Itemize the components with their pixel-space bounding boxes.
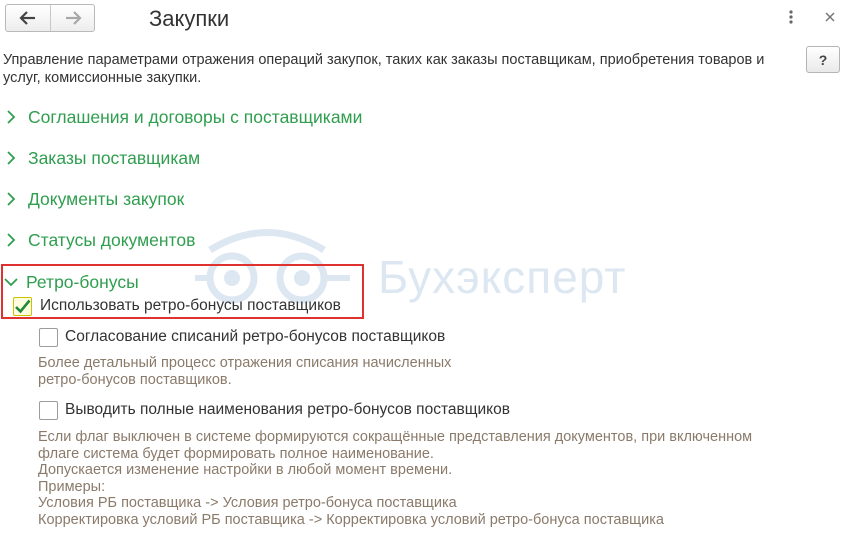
close-button[interactable] xyxy=(821,6,839,28)
more-menu-button[interactable] xyxy=(783,6,799,28)
navigation-buttons xyxy=(5,4,95,32)
chevron-down-icon xyxy=(4,272,22,292)
chevron-right-icon xyxy=(6,148,24,168)
full-names-option[interactable]: Выводить полные наименования ретро-бонус… xyxy=(39,400,510,420)
hint-line: Условия РБ поставщика -> Условия ретро-б… xyxy=(38,495,457,511)
section-document-statuses[interactable]: Статусы документов xyxy=(6,228,195,252)
approval-hint: Более детальный процесс отражения списан… xyxy=(38,355,451,388)
section-agreements[interactable]: Соглашения и договоры с поставщиками xyxy=(6,105,362,129)
checkmark-icon xyxy=(15,299,31,313)
forward-button[interactable] xyxy=(50,5,94,31)
arrow-right-icon xyxy=(65,11,82,25)
hint-line: флаге система будет формировать полное н… xyxy=(38,445,434,462)
hint-line: Примеры: xyxy=(38,478,106,495)
section-retro-bonuses[interactable]: Ретро-бонусы xyxy=(4,270,139,294)
section-label: Статусы документов xyxy=(28,230,196,250)
watermark-text: Бухэксперт xyxy=(378,251,627,303)
hint-line: Допускается изменение настройки в любой … xyxy=(38,462,453,478)
section-label: Соглашения и договоры с поставщиками xyxy=(28,107,363,127)
approval-option[interactable]: Согласование списаний ретро-бонусов пост… xyxy=(39,327,445,347)
full-names-checkbox[interactable] xyxy=(39,400,58,420)
arrow-left-icon xyxy=(19,11,35,25)
more-vertical-icon xyxy=(789,10,793,24)
section-label: Документы закупок xyxy=(28,189,185,209)
use-retro-bonuses-label: Использовать ретро-бонусы поставщиков xyxy=(40,297,341,314)
back-button[interactable] xyxy=(6,5,50,31)
page-title: Закупки xyxy=(149,6,230,31)
chevron-right-icon xyxy=(6,107,24,127)
full-names-hint: Если флаг выключен в системе формируются… xyxy=(38,429,752,528)
use-retro-bonuses-checkbox[interactable] xyxy=(13,296,32,316)
hint-line: ретро-бонусов поставщиков. xyxy=(38,371,232,388)
chevron-right-icon xyxy=(6,189,24,209)
full-names-label: Выводить полные наименования ретро-бонус… xyxy=(65,401,510,418)
section-label: Заказы поставщикам xyxy=(28,148,201,168)
approval-label: Согласование списаний ретро-бонусов пост… xyxy=(65,328,446,345)
form-description: Управление параметрами отражения операци… xyxy=(3,52,765,86)
section-purchase-documents[interactable]: Документы закупок xyxy=(6,187,184,211)
section-label: Ретро-бонусы xyxy=(26,272,139,292)
close-icon xyxy=(825,12,835,22)
hint-line: Если флаг выключен в системе формируются… xyxy=(38,429,753,445)
section-supplier-orders[interactable]: Заказы поставщикам xyxy=(6,146,200,170)
approval-checkbox[interactable] xyxy=(39,327,58,347)
hint-line: Корректировка условий РБ поставщика -> К… xyxy=(38,511,664,528)
hint-line: Более детальный процесс отражения списан… xyxy=(38,355,452,371)
help-button[interactable]: ? xyxy=(806,46,840,73)
use-retro-bonuses-option[interactable]: Использовать ретро-бонусы поставщиков xyxy=(13,296,341,316)
chevron-right-icon xyxy=(6,230,24,250)
